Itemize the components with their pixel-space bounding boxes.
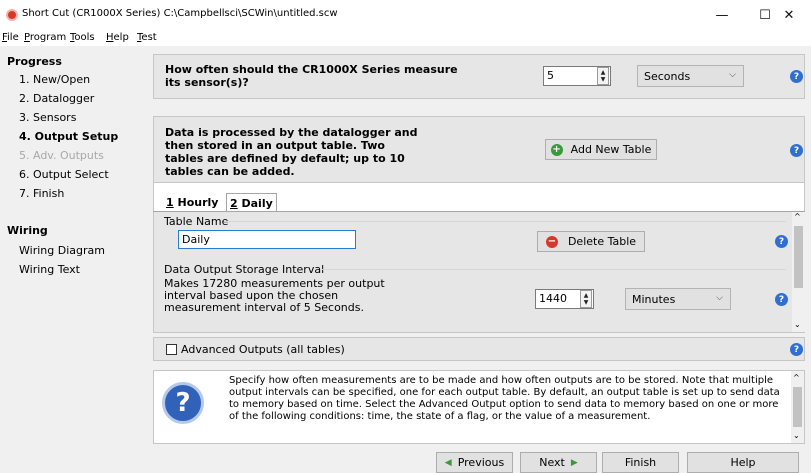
tab-hourly[interactable]: 1 Hourly bbox=[163, 194, 221, 211]
sidebar-item-wiring-diagram[interactable]: Wiring Diagram bbox=[19, 244, 105, 257]
help-icon[interactable]: ? bbox=[790, 343, 803, 356]
window-title: Short Cut (CR1000X Series) C:\Campbellsc… bbox=[22, 8, 338, 19]
arrow-right-icon: ▶ bbox=[570, 457, 578, 468]
help-icon[interactable]: ? bbox=[790, 144, 803, 157]
measure-interval-input[interactable]: 5 ▲ ▼ bbox=[543, 66, 611, 86]
tab-daily[interactable]: 2 Daily bbox=[226, 193, 277, 212]
tables-info-text: Data is processed by the datalogger and … bbox=[165, 126, 418, 178]
sidebar-item-output-select[interactable]: 6. Output Select bbox=[19, 168, 109, 181]
sidebar: Progress 1. New/Open 2. Datalogger 3. Se… bbox=[0, 46, 145, 473]
storage-unit-value: Minutes bbox=[632, 293, 676, 306]
help-info-text: Specify how often measurements are to be… bbox=[229, 375, 780, 422]
app-icon bbox=[6, 9, 18, 21]
menu-program[interactable]: Program bbox=[24, 32, 66, 43]
sidebar-item-sensors[interactable]: 3. Sensors bbox=[19, 111, 76, 124]
measure-question: How often should the CR1000X Series meas… bbox=[165, 63, 458, 89]
close-button[interactable]: ✕ bbox=[766, 0, 811, 30]
scroll-up-icon[interactable]: ^ bbox=[794, 212, 801, 221]
measure-interval-value: 5 bbox=[547, 69, 554, 82]
tab-daily-number: 2 bbox=[230, 196, 238, 210]
add-new-table-button[interactable]: + Add New Table bbox=[545, 139, 657, 160]
help-icon[interactable]: ? bbox=[775, 235, 788, 248]
menu-file[interactable]: File bbox=[2, 32, 19, 43]
delete-icon: − bbox=[545, 235, 558, 248]
table-name-label: Table Name bbox=[164, 215, 229, 228]
tables-info-panel: Data is processed by the datalogger and … bbox=[153, 116, 805, 183]
delete-table-label: Delete Table bbox=[567, 235, 637, 248]
menu-help[interactable]: Help bbox=[106, 32, 129, 43]
question-icon: ? bbox=[162, 382, 204, 424]
advanced-outputs-checkbox[interactable] bbox=[166, 344, 177, 355]
add-new-table-label: Add New Table bbox=[570, 143, 652, 156]
menu-bar: File Program Tools Help Test bbox=[0, 30, 811, 46]
finish-button[interactable]: Finish bbox=[602, 452, 679, 473]
divider bbox=[322, 269, 786, 270]
sidebar-item-output-setup[interactable]: 4. Output Setup bbox=[19, 130, 118, 143]
wiring-heading: Wiring bbox=[7, 224, 48, 237]
sidebar-item-wiring-text[interactable]: Wiring Text bbox=[19, 263, 80, 276]
tab-daily-label: Daily bbox=[241, 196, 273, 210]
help-info-box: ? Specify how often measurements are to … bbox=[153, 370, 805, 444]
delete-table-button[interactable]: − Delete Table bbox=[537, 231, 645, 252]
storage-unit-select[interactable]: Minutes ⌵ bbox=[625, 288, 731, 310]
storage-interval-input[interactable]: 1440 ▲ ▼ bbox=[535, 289, 594, 309]
chevron-down-icon: ⌵ bbox=[716, 293, 723, 303]
next-button[interactable]: Next ▶ bbox=[520, 452, 597, 473]
tab-content: Table Name Daily − Delete Table ? Data O… bbox=[153, 212, 805, 333]
table-name-input[interactable]: Daily bbox=[178, 230, 356, 249]
scroll-thumb[interactable] bbox=[794, 226, 803, 288]
scroll-up-icon[interactable]: ^ bbox=[793, 373, 800, 382]
storage-description: Makes 17280 measurements per output inte… bbox=[164, 277, 385, 314]
chevron-down-icon: ⌵ bbox=[729, 70, 736, 80]
storage-interval-label: Data Output Storage Interval bbox=[164, 263, 325, 276]
menu-test[interactable]: Test bbox=[137, 32, 157, 43]
sidebar-item-finish[interactable]: 7. Finish bbox=[19, 187, 64, 200]
storage-interval-value: 1440 bbox=[539, 292, 567, 305]
next-label: Next bbox=[539, 456, 565, 469]
scroll-down-icon[interactable]: ⌄ bbox=[793, 431, 800, 440]
title-bar: Short Cut (CR1000X Series) C:\Campbellsc… bbox=[0, 0, 811, 30]
storage-spinner[interactable]: ▲ ▼ bbox=[580, 290, 592, 308]
progress-heading: Progress bbox=[7, 55, 62, 68]
help-button[interactable]: Help bbox=[687, 452, 799, 473]
divider bbox=[224, 221, 786, 222]
scroll-down-icon[interactable]: ⌄ bbox=[794, 320, 801, 329]
tab-hourly-number: 1 bbox=[166, 196, 174, 209]
advanced-outputs-label: Advanced Outputs (all tables) bbox=[181, 343, 345, 356]
measure-spinner[interactable]: ▲ ▼ bbox=[597, 67, 609, 85]
help-icon[interactable]: ? bbox=[790, 70, 803, 83]
help-scrollbar[interactable]: ^ ⌄ bbox=[791, 371, 804, 443]
advanced-panel: Advanced Outputs (all tables) ? bbox=[153, 337, 805, 361]
add-icon: + bbox=[550, 143, 563, 156]
previous-button[interactable]: ◀ Previous bbox=[436, 452, 513, 473]
tab-scrollbar[interactable]: ^ ⌄ bbox=[792, 212, 805, 332]
scroll-thumb[interactable] bbox=[793, 387, 802, 427]
measure-panel: How often should the CR1000X Series meas… bbox=[153, 54, 805, 99]
measure-unit-value: Seconds bbox=[644, 70, 691, 83]
previous-label: Previous bbox=[457, 456, 505, 469]
sidebar-item-new-open[interactable]: 1. New/Open bbox=[19, 73, 90, 86]
tab-hourly-label: Hourly bbox=[177, 196, 219, 209]
measure-unit-select[interactable]: Seconds ⌵ bbox=[637, 65, 744, 87]
minimize-button[interactable]: — bbox=[699, 0, 745, 30]
arrow-left-icon: ◀ bbox=[444, 457, 452, 468]
sidebar-item-adv-outputs: 5. Adv. Outputs bbox=[19, 149, 104, 162]
sidebar-item-datalogger[interactable]: 2. Datalogger bbox=[19, 92, 94, 105]
help-icon[interactable]: ? bbox=[775, 293, 788, 306]
menu-tools[interactable]: Tools bbox=[70, 32, 95, 43]
